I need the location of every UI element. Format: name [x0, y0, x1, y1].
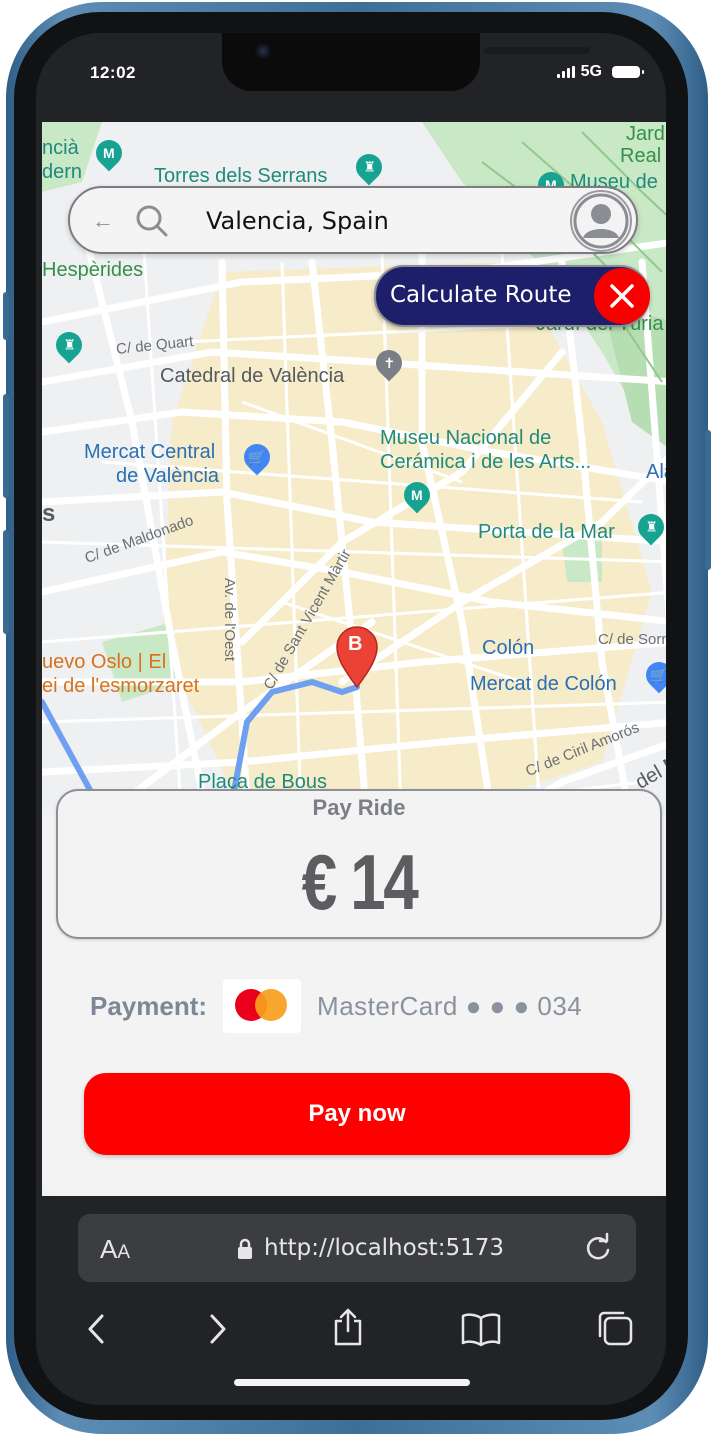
label-mercat-central-1: Mercat Central [84, 441, 216, 463]
label-nuevo-oslo-1: uevo Oslo | El [42, 651, 167, 673]
label-left-cut-2: dern [42, 161, 83, 183]
pay-now-button[interactable]: Pay now [84, 1073, 630, 1155]
url-text[interactable]: http://localhost:5173 [264, 1235, 504, 1261]
notch [222, 33, 590, 91]
tabs-icon[interactable] [596, 1309, 634, 1347]
label-alameda: Ala [646, 461, 666, 483]
status-indicators: 5G [556, 63, 644, 81]
avatar-icon[interactable] [570, 190, 632, 252]
card-number: MasterCard ● ● ● 034 [317, 990, 583, 1021]
fare-title: Pay Ride [312, 795, 406, 820]
label-nuevo-oslo-2: ei de l'esmorzaret [42, 675, 200, 697]
home-indicator[interactable] [234, 1379, 470, 1386]
label-jardi-real-2: Real / [620, 145, 666, 167]
label-left-cut-1: ncià [42, 137, 79, 159]
label-jardi-real-1: Jardi [626, 123, 666, 145]
label-porta-mar: Porta de la Mar [478, 521, 615, 543]
search-input[interactable]: Valencia, Spain [206, 207, 389, 235]
label-mercat-colon: Mercat de Colón [470, 673, 617, 695]
side-button-mute [3, 292, 9, 340]
calculate-route-button[interactable]: Calculate Route [374, 265, 650, 327]
browser-url-bar[interactable]: AA http://localhost:5173 [78, 1214, 636, 1282]
side-button-volume-down [3, 530, 9, 634]
calculate-route-label: Calculate Route [390, 282, 572, 308]
phone-screen: 12:02 5G B ncià dern M Torres dels Serra… [36, 33, 666, 1405]
label-sorni: C/ de Sorni [598, 631, 666, 648]
label-colon: Colón [482, 637, 535, 659]
reload-icon[interactable] [582, 1232, 614, 1264]
label-left-s: s [42, 500, 56, 527]
battery-icon [612, 66, 644, 78]
label-mercat-central-2: de València [116, 465, 220, 487]
search-icon[interactable] [134, 203, 170, 239]
back-icon[interactable] [84, 1313, 108, 1345]
label-museu-ceramica-1: Museu Nacional de [380, 427, 552, 449]
bookmarks-icon[interactable] [460, 1311, 502, 1347]
payment-label: Payment: [90, 990, 208, 1021]
forward-icon[interactable] [206, 1313, 230, 1345]
label-torres: Torres dels Serrans [154, 165, 328, 187]
lock-icon [238, 1238, 252, 1259]
status-time: 12:02 [90, 63, 136, 82]
close-icon[interactable] [594, 268, 650, 324]
network-label: 5G [580, 63, 602, 80]
camera [255, 43, 271, 59]
label-museu-ceramica-2: Cerámica i de les Arts... [380, 451, 592, 473]
speaker [484, 47, 590, 54]
mastercard-icon [223, 979, 302, 1033]
text-size-button[interactable]: AA [100, 1234, 130, 1265]
side-button-power [705, 430, 711, 570]
label-hesperides: Hespèrides [42, 259, 144, 281]
fare-amount: € 14 [301, 838, 419, 926]
search-bar[interactable]: ← Valencia, Spain [68, 186, 638, 254]
payment-method-row[interactable]: Payment: MasterCard ● ● ● 034 [90, 979, 582, 1033]
label-oest: Av. de l'Oest [221, 577, 239, 662]
marker-label: B [348, 633, 363, 655]
side-button-volume-up [3, 394, 9, 498]
label-catedral: Catedral de València [160, 365, 345, 387]
back-arrow-icon[interactable]: ← [92, 208, 114, 234]
share-icon[interactable] [330, 1307, 366, 1347]
fare-card: Pay Ride € 14 [56, 789, 662, 939]
signal-icon [556, 66, 575, 78]
